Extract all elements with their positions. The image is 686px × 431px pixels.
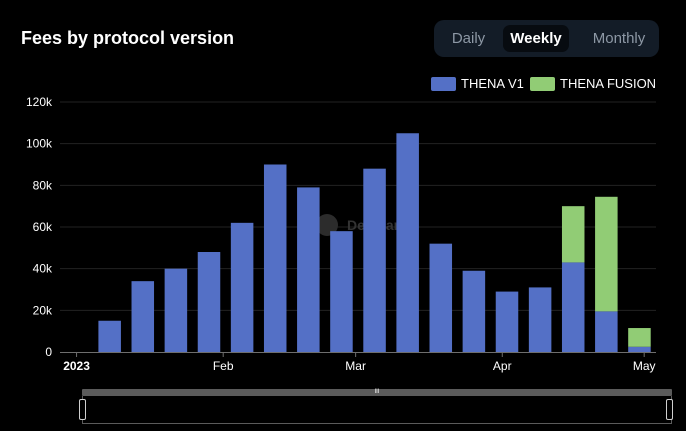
bar-thena-v1[interactable] <box>98 320 121 352</box>
zoom-slider[interactable]: III <box>79 389 673 425</box>
y-tick-label: 120k <box>26 95 53 109</box>
bar-thena-v1[interactable] <box>131 281 155 352</box>
x-axis: 2023 Feb Mar Apr May <box>60 352 656 373</box>
x-tick-label: Mar <box>345 359 366 373</box>
bar-thena-v1[interactable] <box>462 270 486 352</box>
x-tick-label: May <box>633 359 656 373</box>
bar-thena-v1[interactable] <box>528 287 552 352</box>
bar-thena-v1[interactable] <box>230 222 254 352</box>
y-tick-label: 0 <box>45 345 52 359</box>
y-tick-label: 20k <box>33 303 53 317</box>
bar-thena-v1[interactable] <box>363 168 386 352</box>
bar-thena-v1[interactable] <box>263 164 287 353</box>
x-tick-label: Feb <box>213 359 234 373</box>
y-tick-label: 40k <box>33 262 53 276</box>
bars <box>98 133 651 353</box>
bar-thena-v1[interactable] <box>595 311 618 352</box>
y-axis: 0 20k 40k 60k 80k 100k 120k <box>26 95 53 359</box>
bar-thena-fusion[interactable] <box>561 206 585 263</box>
bar-thena-v1[interactable] <box>330 231 353 352</box>
y-tick-label: 100k <box>26 137 53 151</box>
bar-thena-v1[interactable] <box>429 243 453 352</box>
bar-thena-v1[interactable] <box>197 252 221 352</box>
zoom-slider-bar[interactable]: III <box>82 389 672 396</box>
bar-thena-fusion[interactable] <box>595 196 618 312</box>
bar-thena-v1[interactable] <box>628 346 651 352</box>
y-tick-label: 80k <box>33 178 53 192</box>
y-tick-label: 60k <box>33 220 53 234</box>
bar-thena-v1[interactable] <box>164 268 188 352</box>
bar-thena-v1[interactable] <box>561 262 585 352</box>
x-tick-label: Apr <box>493 359 512 373</box>
x-tick-label: 2023 <box>63 359 90 373</box>
bar-thena-fusion[interactable] <box>628 328 651 347</box>
bar-thena-v1[interactable] <box>396 133 419 352</box>
bar-thena-v1[interactable] <box>297 187 320 352</box>
zoom-handle-right[interactable] <box>666 399 673 420</box>
bar-thena-v1[interactable] <box>495 291 519 352</box>
fees-bar-chart: DefiLlama 020k40k60k80k100k120k 2023FebM… <box>26 95 656 373</box>
zoom-slider-window[interactable] <box>82 396 672 424</box>
zoom-slider-grip-icon[interactable]: III <box>373 389 381 396</box>
zoom-handle-left[interactable] <box>79 399 86 420</box>
